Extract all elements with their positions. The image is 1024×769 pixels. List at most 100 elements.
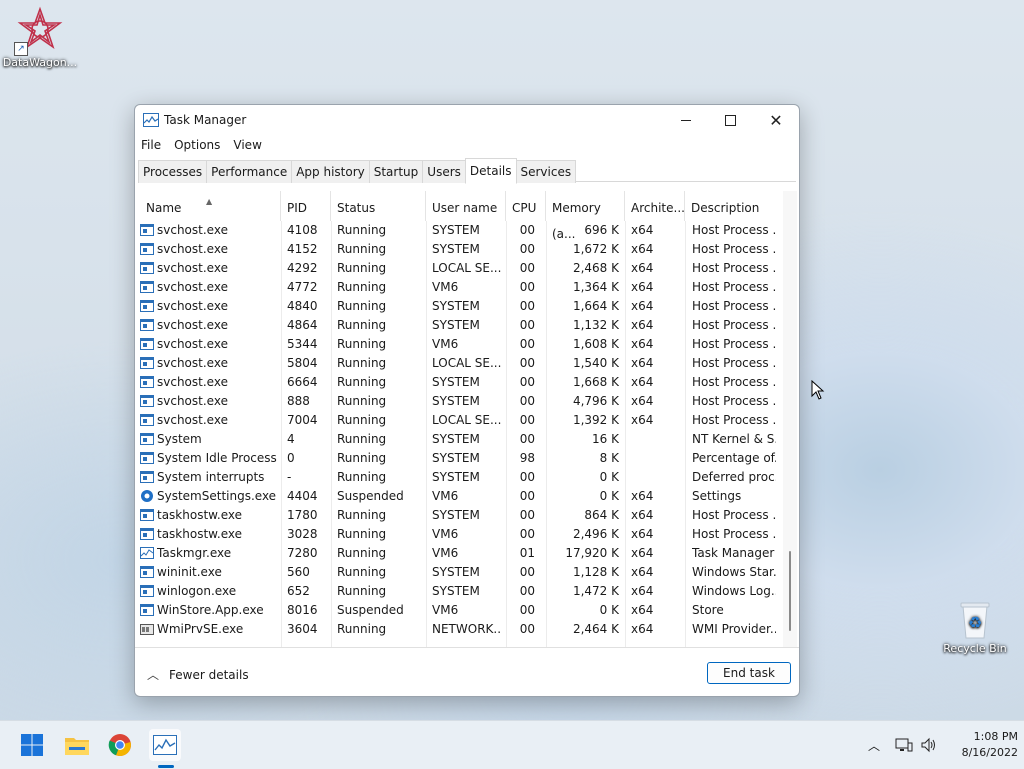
column-header-cpu[interactable]: CPU: [506, 191, 546, 221]
task-manager-icon: [153, 735, 177, 755]
menu-view[interactable]: View: [227, 135, 268, 155]
cell-architecture: x64: [631, 280, 654, 294]
minimize-button[interactable]: [663, 105, 709, 135]
tab-startup[interactable]: Startup: [368, 160, 424, 183]
table-row[interactable]: svchost.exe 4840 Running SYSTEM 00 1,664 K x64…: [135, 297, 781, 316]
table-row[interactable]: winlogon.exe 652 Running SYSTEM 00 1,472 K x64…: [135, 582, 781, 601]
cell-status: Running: [337, 622, 387, 636]
cell-architecture: x64: [631, 375, 654, 389]
cell-user-name: LOCAL SE...: [432, 356, 502, 370]
task-manager-window: Task Manager ✕ File Options View Processes…: [134, 104, 800, 697]
cell-user-name: VM6: [432, 337, 459, 351]
table-row[interactable]: svchost.exe 4864 Running SYSTEM 00 1,132 K x64…: [135, 316, 781, 335]
cell-memory: 2,464 K: [572, 622, 619, 636]
cell-cpu: 00: [519, 242, 535, 256]
table-row[interactable]: svchost.exe 5344 Running VM6 00 1,608 K x64 Hos…: [135, 335, 781, 354]
cell-status: Running: [337, 470, 387, 484]
cell-pid: 4152: [287, 242, 318, 256]
vertical-scrollbar[interactable]: [783, 191, 797, 647]
details-grid: ▲ Name PID Status User name CPU Memory (…: [135, 191, 799, 647]
column-header-name[interactable]: ▲ Name: [140, 191, 281, 221]
table-row[interactable]: svchost.exe 5804 Running LOCAL SE... 00 1,540…: [135, 354, 781, 373]
cell-name: System: [157, 432, 202, 446]
tab-app-history[interactable]: App history: [291, 160, 370, 183]
recycle-bin-icon: ♻: [960, 602, 990, 639]
fewer-details-button[interactable]: ︿ Fewer details: [147, 666, 249, 683]
table-row[interactable]: taskhostw.exe 3028 Running VM6 00 2,496 K x64 H…: [135, 525, 781, 544]
volume-tray[interactable]: [920, 721, 938, 769]
column-header-status[interactable]: Status: [331, 191, 426, 221]
cell-name: taskhostw.exe: [157, 508, 242, 522]
cell-description: Host Process ...: [692, 413, 776, 427]
table-row[interactable]: svchost.exe 888 Running SYSTEM 00 4,796 K x64 H…: [135, 392, 781, 411]
taskbar-task-manager[interactable]: [149, 729, 181, 761]
wmi-provider-icon: [140, 622, 154, 636]
cell-description: Percentage of...: [692, 451, 776, 465]
taskbar-file-explorer[interactable]: [61, 729, 93, 761]
column-header-architecture[interactable]: Archite...: [625, 191, 685, 221]
table-row[interactable]: System 4 Running SYSTEM 00 16 K NT Kernel & S.…: [135, 430, 781, 449]
tab-performance[interactable]: Performance: [206, 160, 293, 183]
title-bar[interactable]: Task Manager ✕: [135, 105, 799, 135]
cell-user-name: SYSTEM: [432, 432, 480, 446]
table-row[interactable]: WmiPrvSE.exe 3604 Running NETWORK... 00 2,464…: [135, 620, 781, 639]
cell-cpu: 00: [519, 413, 535, 427]
table-row[interactable]: svchost.exe 4292 Running LOCAL SE... 00 2,468…: [135, 259, 781, 278]
cell-architecture: x64: [631, 546, 654, 560]
application-window-icon: [140, 318, 154, 332]
column-header-pid[interactable]: PID: [281, 191, 331, 221]
scrollbar-thumb[interactable]: [789, 551, 791, 631]
cell-status: Running: [337, 356, 387, 370]
cell-user-name: VM6: [432, 527, 459, 541]
table-row[interactable]: svchost.exe 4772 Running VM6 00 1,364 K x64 Hos…: [135, 278, 781, 297]
cell-name: Taskmgr.exe: [157, 546, 232, 560]
end-task-button[interactable]: End task: [707, 662, 791, 684]
cell-user-name: VM6: [432, 603, 459, 617]
desktop-icon-datawagon[interactable]: ↗ DataWagon...: [2, 6, 78, 69]
cell-cpu: 00: [519, 565, 535, 579]
menu-options[interactable]: Options: [168, 135, 227, 155]
network-tray[interactable]: [895, 721, 913, 769]
table-row[interactable]: SystemSettings.exe 4404 Suspended VM6 00 0 K x…: [135, 487, 781, 506]
cell-status: Running: [337, 280, 387, 294]
table-row[interactable]: svchost.exe 7004 Running LOCAL SE... 00 1,392…: [135, 411, 781, 430]
chevron-up-icon: ︿: [147, 668, 160, 682]
column-header-memory[interactable]: Memory (a...: [546, 191, 625, 241]
cell-user-name: VM6: [432, 489, 459, 503]
cell-architecture: [631, 430, 681, 449]
column-header-user-name[interactable]: User name: [426, 191, 506, 221]
application-window-icon: [140, 603, 154, 617]
column-header-description[interactable]: Description: [685, 191, 781, 221]
tray-chevron[interactable]: ︿: [868, 721, 880, 769]
clock-date: 8/16/2022: [961, 746, 1018, 759]
tab-details[interactable]: Details: [464, 158, 517, 184]
tab-users[interactable]: Users: [422, 160, 466, 183]
cell-pid: -: [287, 470, 292, 484]
table-row[interactable]: svchost.exe 6664 Running SYSTEM 00 1,668 K x64…: [135, 373, 781, 392]
table-row[interactable]: System interrupts - Running SYSTEM 00 0 K Defe…: [135, 468, 781, 487]
menu-file[interactable]: File: [135, 135, 168, 155]
cell-status: Running: [337, 242, 387, 256]
start-button[interactable]: [16, 729, 48, 761]
table-row[interactable]: Taskmgr.exe 7280 Running VM6 01 17,920 K x64 Ta…: [135, 544, 781, 563]
tab-processes[interactable]: Processes: [138, 160, 208, 183]
application-window-icon: [140, 356, 154, 370]
taskbar-chrome[interactable]: [104, 729, 136, 761]
table-row[interactable]: svchost.exe 4108 Running SYSTEM 00 696 K x64 Ho…: [135, 221, 781, 240]
application-window-icon: [140, 299, 154, 313]
table-row[interactable]: wininit.exe 560 Running SYSTEM 00 1,128 K x64 W…: [135, 563, 781, 582]
table-row[interactable]: taskhostw.exe 1780 Running SYSTEM 00 864 K x64…: [135, 506, 781, 525]
desktop-icon-recycle-bin[interactable]: ♻ Recycle Bin: [940, 600, 1010, 655]
application-window-icon: [140, 584, 154, 598]
cell-pid: 3028: [287, 527, 318, 541]
taskbar-clock[interactable]: 1:08 PM 8/16/2022: [938, 729, 1018, 761]
cell-status: Running: [337, 584, 387, 598]
table-row[interactable]: WinStore.App.exe 8016 Suspended VM6 00 0 K x64…: [135, 601, 781, 620]
table-row[interactable]: svchost.exe 4152 Running SYSTEM 00 1,672 K x64…: [135, 240, 781, 259]
close-button[interactable]: ✕: [753, 105, 799, 135]
maximize-button[interactable]: [707, 105, 753, 135]
cell-name: svchost.exe: [157, 261, 228, 275]
tab-services[interactable]: Services: [515, 160, 577, 183]
table-row[interactable]: System Idle Process 0 Running SYSTEM 98 8 K Pe…: [135, 449, 781, 468]
cell-pid: 3604: [287, 622, 318, 636]
